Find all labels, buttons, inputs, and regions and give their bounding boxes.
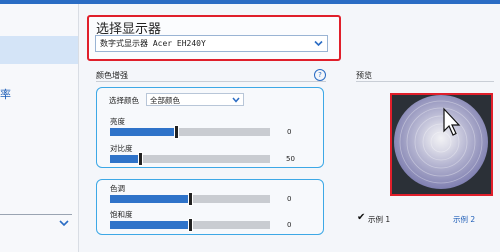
brightness-label: 亮度 bbox=[110, 117, 125, 126]
monitor-dropdown[interactable]: 数字式显示器 Acer EH240Y bbox=[95, 35, 328, 52]
left-dropdown-underline bbox=[0, 214, 72, 215]
chevron-down-icon bbox=[232, 97, 240, 103]
left-nav-item-text[interactable]: 率 bbox=[0, 86, 11, 102]
check-icon: ✔ bbox=[357, 212, 366, 223]
help-icon[interactable]: ? bbox=[314, 69, 326, 81]
preview-title: 预览 bbox=[356, 71, 372, 80]
hue-value: 0 bbox=[287, 195, 292, 203]
left-nav-selected-item[interactable] bbox=[0, 36, 78, 64]
section-divider bbox=[96, 81, 326, 82]
contrast-label: 对比度 bbox=[110, 144, 133, 153]
brightness-slider[interactable] bbox=[110, 125, 270, 139]
sample-2-link[interactable]: 示例 2 bbox=[453, 214, 475, 225]
monitor-dropdown-value: 数字式显示器 Acer EH240Y bbox=[100, 39, 206, 48]
hue-label: 色调 bbox=[110, 184, 125, 193]
chevron-down-icon[interactable] bbox=[59, 219, 69, 227]
contrast-slider-thumb[interactable] bbox=[138, 152, 143, 166]
preview-divider bbox=[356, 81, 494, 82]
sample-1-option[interactable]: 示例 1 bbox=[368, 214, 390, 225]
saturation-value: 0 bbox=[287, 221, 292, 229]
brightness-slider-thumb[interactable] bbox=[174, 125, 179, 139]
preview-image bbox=[390, 93, 493, 196]
contrast-value: 50 bbox=[286, 155, 295, 163]
hue-slider[interactable] bbox=[110, 192, 270, 206]
hue-slider-fill bbox=[110, 195, 190, 203]
saturation-slider-thumb[interactable] bbox=[188, 218, 193, 232]
color-select-value: 全部颜色 bbox=[150, 96, 180, 105]
color-select-dropdown[interactable]: 全部颜色 bbox=[146, 93, 244, 106]
hue-slider-thumb[interactable] bbox=[188, 192, 193, 206]
chevron-down-icon bbox=[314, 40, 323, 47]
left-nav-panel: 率 bbox=[0, 4, 79, 252]
brightness-slider-fill bbox=[110, 128, 176, 136]
preview-gradient bbox=[394, 95, 488, 189]
select-color-label: 选择颜色 bbox=[109, 96, 139, 105]
contrast-slider[interactable] bbox=[110, 152, 270, 166]
saturation-slider-fill bbox=[110, 221, 190, 229]
brightness-value: 0 bbox=[287, 128, 292, 136]
saturation-slider[interactable] bbox=[110, 218, 270, 232]
saturation-label: 饱和度 bbox=[110, 210, 133, 219]
color-enhance-title: 颜色增强 bbox=[96, 71, 128, 80]
contrast-slider-fill bbox=[110, 155, 140, 163]
